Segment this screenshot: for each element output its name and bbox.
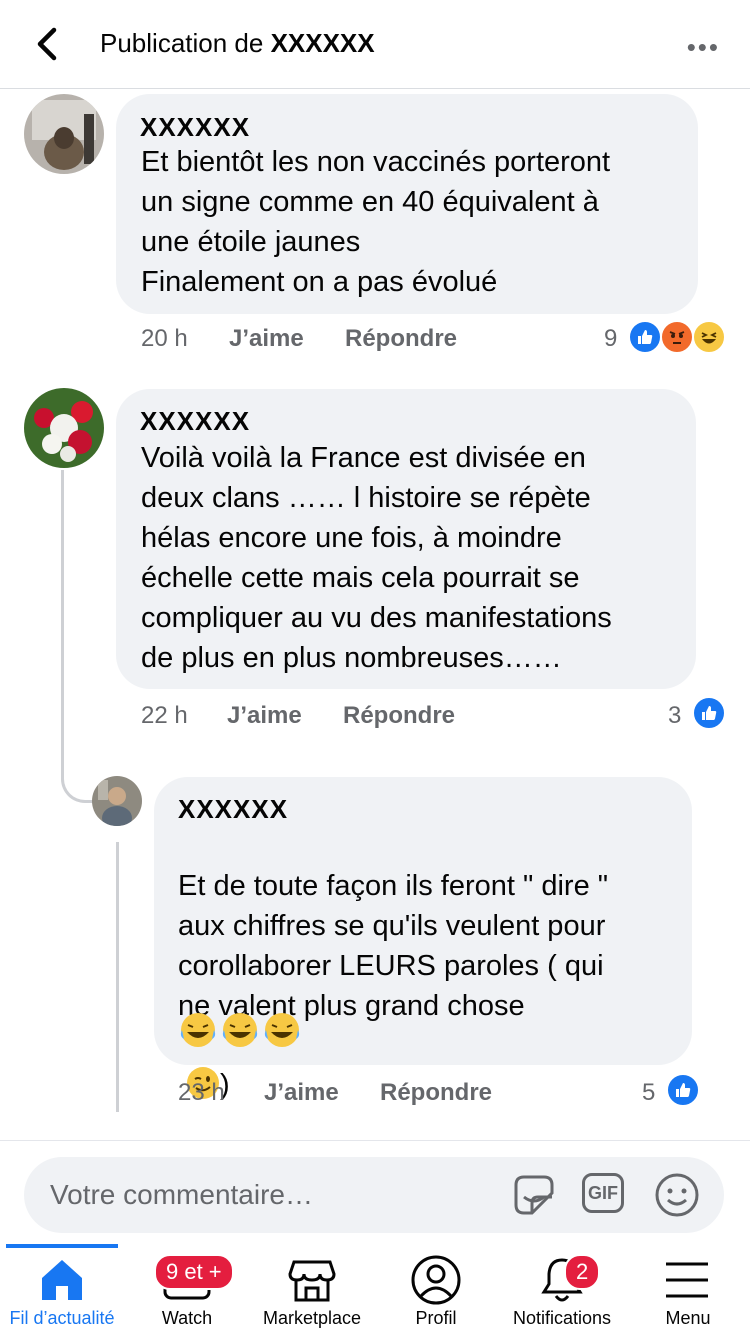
reaction-count[interactable]: 3 xyxy=(668,702,681,730)
laughing-emoji-row xyxy=(178,1010,308,1050)
menu-icon xyxy=(666,1262,708,1298)
comment-text: Et de toute façon ils feront " dire " au… xyxy=(178,826,608,1105)
thread-connector-curve xyxy=(61,760,94,803)
nav-item-menu[interactable]: Menu xyxy=(626,1244,750,1334)
comment-author[interactable]: XXXXXX xyxy=(140,406,250,437)
nav-item-marketplace[interactable]: Marketplace xyxy=(250,1244,374,1334)
nav-label: Profil xyxy=(415,1308,457,1328)
home-icon xyxy=(42,1260,82,1300)
comment-time[interactable]: 22 h xyxy=(141,702,188,730)
nav-label: Notifications xyxy=(512,1308,612,1328)
reply-button[interactable]: Répondre xyxy=(343,702,455,730)
comment-text-body: Et de toute façon ils feront " dire " au… xyxy=(178,870,609,1022)
like-reaction-icon xyxy=(628,320,662,354)
like-reaction-icon xyxy=(692,696,726,730)
like-reaction-icon xyxy=(666,1073,700,1107)
thread-connector xyxy=(61,470,64,780)
comment-composer-bar: Votre commentaire… GIF xyxy=(0,1140,750,1245)
haha-reaction-icon xyxy=(692,320,726,354)
nav-label: Fil d’actualité xyxy=(9,1308,115,1328)
emoji-icon[interactable] xyxy=(654,1172,700,1218)
back-arrow-icon[interactable] xyxy=(28,24,68,64)
page-title-prefix: Publication de xyxy=(100,28,271,58)
tears-of-joy-emoji-icon xyxy=(180,1013,216,1047)
more-options-icon[interactable]: ••• xyxy=(687,32,720,63)
nav-item-notifications[interactable]: 2 Notifications xyxy=(498,1244,626,1334)
reaction-count[interactable]: 9 xyxy=(604,325,617,353)
nav-item-profile[interactable]: Profil xyxy=(374,1244,498,1334)
reply-button[interactable]: Répondre xyxy=(345,325,457,353)
comment-author[interactable]: XXXXXX xyxy=(178,794,288,825)
like-button[interactable]: J’aime xyxy=(264,1079,339,1107)
page-title: Publication de XXXXXX xyxy=(100,28,375,59)
avatar[interactable] xyxy=(92,776,142,826)
nav-item-news-feed[interactable]: Fil d’actualité xyxy=(0,1244,124,1334)
angry-reaction-icon xyxy=(660,320,694,354)
comment-input[interactable]: Votre commentaire… GIF xyxy=(24,1157,724,1233)
nav-label: Marketplace xyxy=(262,1308,362,1328)
like-button[interactable]: J’aime xyxy=(227,702,302,730)
watch-badge: 9 et + xyxy=(154,1254,234,1290)
notifications-badge: 2 xyxy=(564,1254,601,1290)
comment-text: Et bientôt les non vaccinés porteront un… xyxy=(141,146,611,298)
reply-thread-line xyxy=(116,842,119,1112)
comment-time[interactable]: 20 h xyxy=(141,325,188,353)
nav-label: Menu xyxy=(665,1308,711,1328)
profile-icon xyxy=(411,1255,461,1305)
bottom-navigation: Fil d’actualité 9 et + Watch Marketplace… xyxy=(0,1244,750,1334)
avatar[interactable] xyxy=(24,388,104,468)
nav-label: Watch xyxy=(161,1308,213,1328)
reply-button[interactable]: Répondre xyxy=(380,1079,492,1107)
comment-time[interactable]: 23 h xyxy=(178,1079,225,1107)
reaction-count[interactable]: 5 xyxy=(642,1079,655,1107)
avatar[interactable] xyxy=(24,94,104,174)
comment-author[interactable]: XXXXXX xyxy=(140,112,250,143)
like-button[interactable]: J’aime xyxy=(229,325,304,353)
sticker-icon[interactable] xyxy=(510,1171,558,1219)
comment-input-placeholder: Votre commentaire… xyxy=(50,1179,313,1210)
gif-icon[interactable]: GIF xyxy=(582,1173,624,1213)
nav-item-watch[interactable]: 9 et + Watch xyxy=(124,1244,250,1334)
page-title-name: XXXXXX xyxy=(270,28,375,58)
comment-text: Voilà voilà la France est divisée en deu… xyxy=(141,442,612,674)
marketplace-icon xyxy=(288,1260,336,1302)
top-bar: Publication de XXXXXX ••• xyxy=(0,0,750,89)
